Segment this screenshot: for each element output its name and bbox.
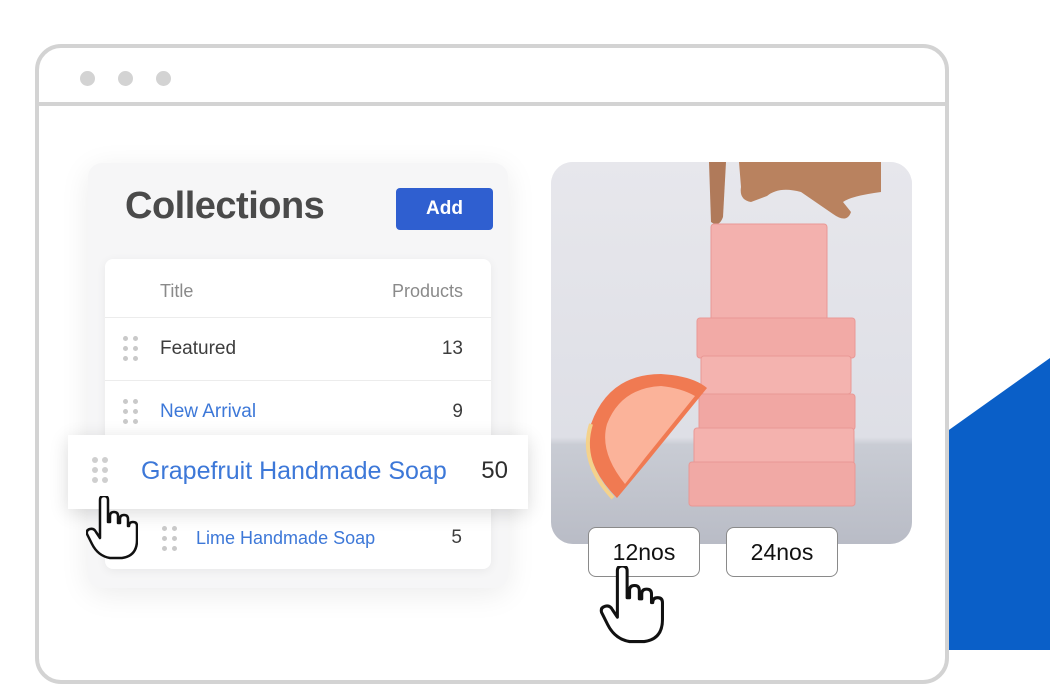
browser-title-bar (39, 48, 945, 106)
drag-handle-icon[interactable] (123, 399, 139, 425)
row-product-count: 9 (452, 401, 463, 422)
variant-option-24[interactable]: 24nos (726, 527, 838, 577)
window-dot-icon (118, 71, 133, 86)
row-title-link[interactable]: New Arrival (160, 401, 256, 423)
drag-handle-icon[interactable] (162, 526, 178, 552)
row-title-link[interactable]: Lime Handmade Soap (196, 528, 375, 549)
row-title-link[interactable]: Grapefruit Handmade Soap (141, 457, 447, 486)
row-product-count: 5 (451, 527, 462, 548)
row-title: Featured (160, 338, 237, 359)
row-product-count: 13 (441, 338, 463, 359)
drag-handle-icon[interactable] (123, 336, 139, 362)
hand-pointer-icon (599, 566, 664, 644)
page-title: Collections (125, 185, 325, 227)
window-dot-icon (156, 71, 171, 86)
table-row[interactable]: Featured 13 (105, 318, 491, 380)
row-product-count: 50 (481, 457, 508, 484)
drag-handle-icon[interactable] (92, 457, 108, 483)
soap-stack-illustration (551, 162, 912, 544)
add-button[interactable]: Add (396, 188, 493, 230)
table-row[interactable]: Lime Handmade Soap 5 (150, 520, 490, 560)
hand-pointer-icon (86, 496, 138, 560)
column-header-products: Products (391, 281, 463, 301)
table-row[interactable]: New Arrival 9 (105, 381, 491, 443)
window-dot-icon (80, 71, 95, 86)
product-image (551, 162, 912, 544)
column-header-title: Title (160, 281, 194, 301)
